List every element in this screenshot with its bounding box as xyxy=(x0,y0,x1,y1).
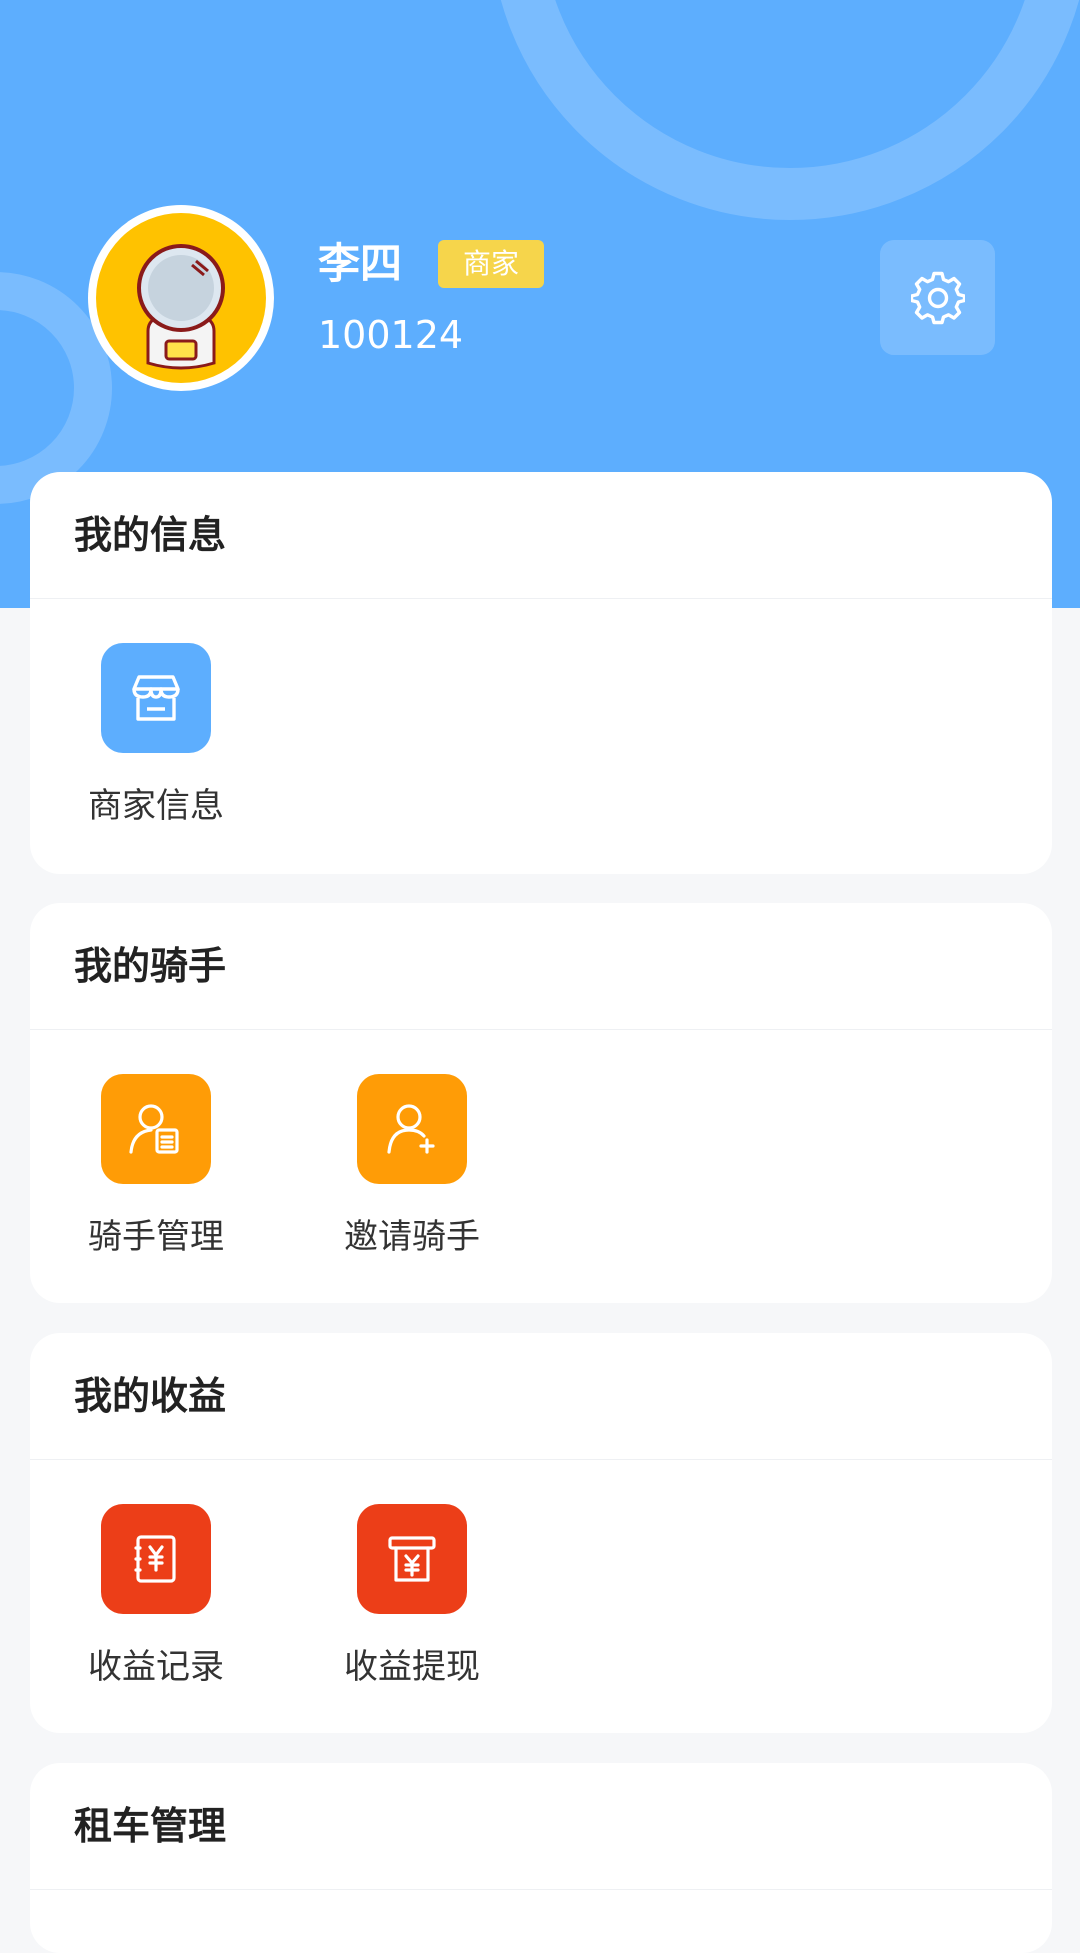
my-riders-card: 我的骑手 骑手管理 邀请骑手 xyxy=(30,903,1052,1303)
earnings-record-icon xyxy=(101,1504,211,1614)
rider-management-icon xyxy=(101,1074,211,1184)
item-label: 收益提现 xyxy=(344,1647,480,1687)
settings-button[interactable] xyxy=(880,240,995,355)
item-label: 骑手管理 xyxy=(88,1217,224,1257)
decorative-ring xyxy=(490,0,1080,220)
user-name: 李四 xyxy=(318,239,403,288)
section-title: 我的信息 xyxy=(30,472,1052,599)
user-id: 100124 xyxy=(318,313,464,357)
rider-management-button[interactable]: 骑手管理 xyxy=(66,1074,246,1262)
invite-rider-icon xyxy=(357,1074,467,1184)
section-title: 我的骑手 xyxy=(30,903,1052,1030)
item-label: 邀请骑手 xyxy=(344,1217,480,1257)
invite-rider-button[interactable]: 邀请骑手 xyxy=(322,1074,502,1262)
rental-management-card: 租车管理 xyxy=(30,1763,1052,1953)
item-label: 收益记录 xyxy=(88,1647,224,1687)
earnings-record-button[interactable]: 收益记录 xyxy=(66,1504,246,1692)
avatar[interactable] xyxy=(88,205,274,391)
section-title: 我的收益 xyxy=(30,1333,1052,1460)
earnings-withdraw-icon xyxy=(357,1504,467,1614)
item-label: 商家信息 xyxy=(88,786,224,826)
section-title: 租车管理 xyxy=(30,1763,1052,1890)
astronaut-avatar-icon xyxy=(96,213,266,383)
my-earnings-card: 我的收益 收益记录 收益提现 xyxy=(30,1333,1052,1733)
role-badge: 商家 xyxy=(438,240,544,288)
merchant-info-button[interactable]: 商家信息 xyxy=(66,643,246,831)
store-icon xyxy=(101,643,211,753)
gear-icon xyxy=(910,271,965,324)
earnings-withdraw-button[interactable]: 收益提现 xyxy=(322,1504,502,1692)
my-info-card: 我的信息 商家信息 xyxy=(30,472,1052,874)
